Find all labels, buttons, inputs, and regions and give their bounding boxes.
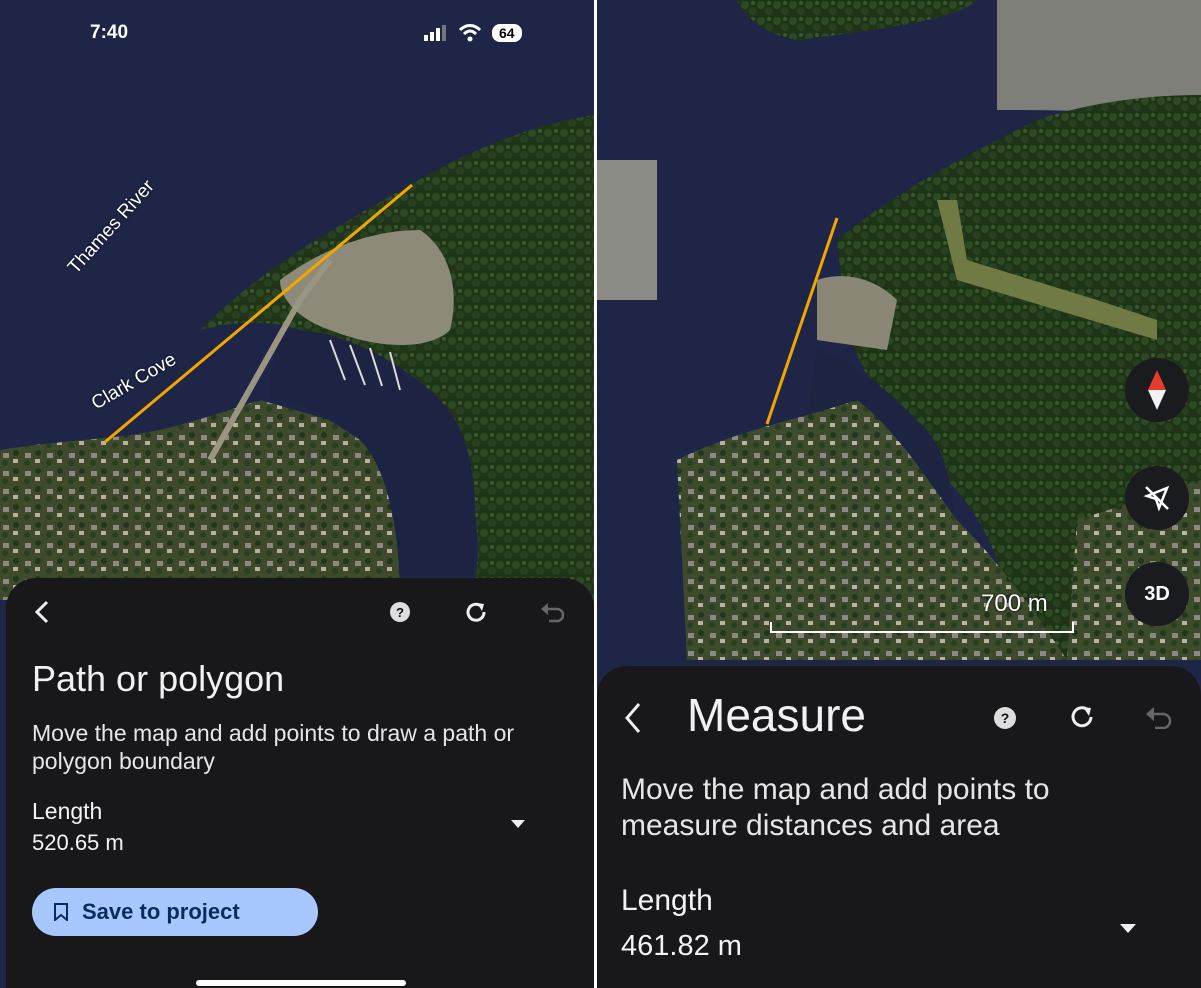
- metric-dropdown[interactable]: [506, 814, 530, 834]
- help-circle-icon: ?: [390, 602, 410, 622]
- bookmark-icon: [54, 903, 68, 921]
- back-button[interactable]: [26, 596, 58, 628]
- instructions-text: Move the map and add points to measure d…: [621, 773, 1050, 842]
- save-button-label: Save to project: [82, 899, 240, 924]
- undo-button[interactable]: [1141, 700, 1175, 734]
- save-to-project-button[interactable]: Save to project: [32, 888, 318, 936]
- refresh-icon: [466, 602, 486, 622]
- bottom-sheet: Measure ? Move the map and add points to…: [597, 666, 1201, 988]
- status-icons: 64: [424, 24, 522, 42]
- 3d-view-button[interactable]: 3D: [1125, 562, 1189, 626]
- metric-label: Length: [621, 884, 713, 917]
- metric-dropdown[interactable]: [1115, 918, 1141, 938]
- svg-text:?: ?: [1001, 710, 1010, 726]
- scale-label: 700 m: [981, 590, 1048, 617]
- location-off-icon: [1143, 485, 1170, 512]
- bottom-sheet: ? Path or polygon Move the map and add p…: [6, 578, 594, 988]
- metric-label: Length: [32, 798, 103, 824]
- home-indicator[interactable]: [196, 980, 406, 986]
- reset-button[interactable]: [460, 596, 492, 628]
- page-title: Path or polygon: [32, 658, 285, 699]
- right-screenshot: 700 m 3D Measure ? Move the map and add …: [597, 0, 1201, 988]
- reset-button[interactable]: [1065, 700, 1099, 734]
- dropdown-arrow-icon: [511, 820, 525, 828]
- chevron-left-icon: [34, 600, 49, 624]
- instructions-text: Move the map and add points to draw a pa…: [32, 720, 515, 774]
- wifi-icon: [458, 24, 482, 42]
- refresh-icon: [1071, 706, 1093, 728]
- help-button[interactable]: ?: [386, 598, 414, 626]
- dropdown-arrow-icon: [1120, 923, 1136, 933]
- help-button[interactable]: ?: [991, 704, 1019, 732]
- chevron-left-icon: [625, 703, 641, 733]
- help-circle-icon: ?: [994, 707, 1016, 729]
- back-button[interactable]: [617, 700, 649, 736]
- undo-icon: [1146, 707, 1172, 729]
- location-button[interactable]: [1125, 466, 1189, 530]
- undo-button[interactable]: [536, 596, 568, 628]
- metric-value: 461.82 m: [621, 930, 742, 962]
- undo-icon: [541, 603, 565, 623]
- compass-icon: [1148, 370, 1166, 410]
- signal-icon: [424, 25, 446, 41]
- svg-text:?: ?: [396, 605, 404, 620]
- metric-value: 520.65 m: [32, 830, 124, 855]
- status-time: 7:40: [90, 22, 129, 43]
- page-title: Measure: [687, 689, 866, 741]
- battery-indicator: 64: [492, 24, 522, 42]
- compass-button[interactable]: [1125, 358, 1189, 422]
- left-screenshot: Thames River Clark Cove 7:40 64 ? Path o…: [0, 0, 594, 988]
